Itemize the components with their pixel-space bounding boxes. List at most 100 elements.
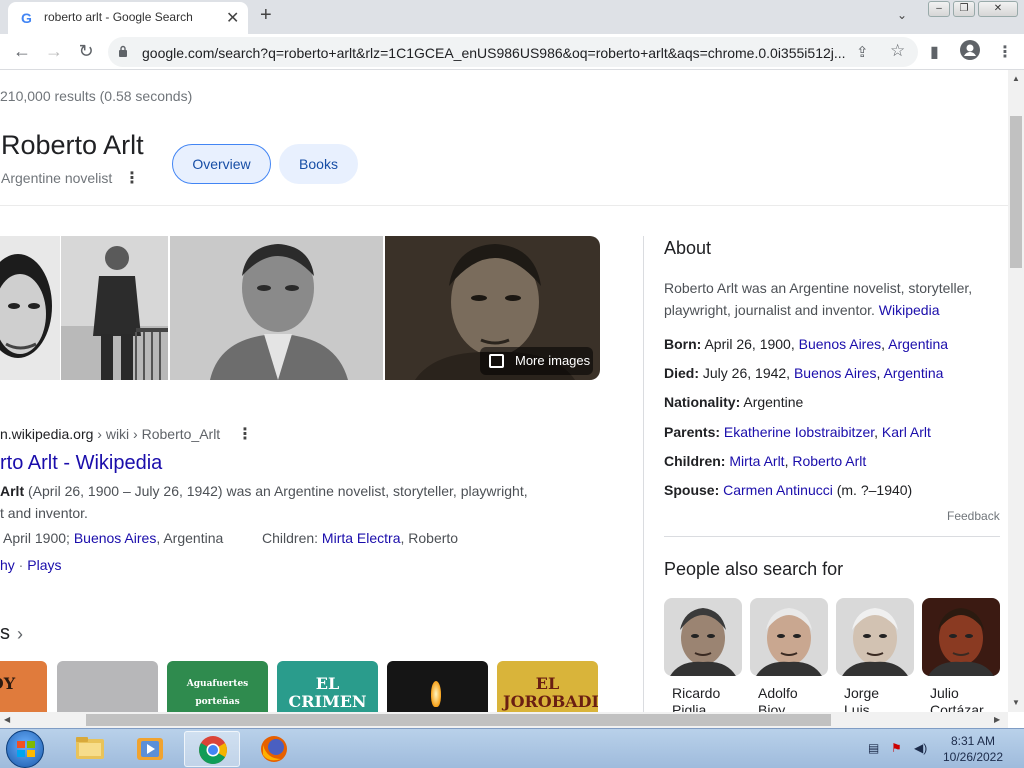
back-arrow-icon[interactable]: ← xyxy=(12,41,32,62)
fact-link[interactable]: Mirta Arlt xyxy=(729,453,784,469)
image-icon xyxy=(489,354,504,368)
horizontal-scroll-thumb[interactable] xyxy=(86,714,831,726)
address-bar[interactable]: google.com/search?q=roberto+arlt&rlz=1C1… xyxy=(108,37,918,67)
children-link[interactable]: Mirta Electra xyxy=(322,530,401,546)
snippet-line-2: t and inventor. xyxy=(0,505,88,521)
person-photo[interactable] xyxy=(922,598,1000,676)
firefox-taskbar-button[interactable] xyxy=(246,731,302,767)
media-player-taskbar-button[interactable] xyxy=(122,731,178,767)
book-cover[interactable]: TOY xyxy=(0,661,47,712)
folder-icon xyxy=(76,737,104,759)
action-center-flag-icon[interactable]: ⚑ xyxy=(891,741,902,755)
book-cover-text: TOY xyxy=(0,674,16,693)
book-cover[interactable] xyxy=(57,661,158,712)
chrome-taskbar-button[interactable] xyxy=(184,731,240,767)
fact-link[interactable]: Buenos Aires xyxy=(799,336,882,352)
fact-label: Died: xyxy=(664,365,699,381)
chrome-icon xyxy=(199,736,227,764)
candle-flame xyxy=(431,681,441,707)
wikipedia-link[interactable]: Wikipedia xyxy=(879,302,940,318)
tab-search-chevron-icon[interactable]: ⌄ xyxy=(897,8,907,22)
start-button[interactable] xyxy=(6,730,44,768)
book-cover[interactable]: EL CRIMEN xyxy=(277,661,378,712)
tab-books[interactable]: Books xyxy=(279,144,358,184)
google-favicon-icon: G xyxy=(21,10,32,26)
book-cover[interactable]: EL JOROBADITO xyxy=(497,661,598,712)
result-more-options-icon[interactable]: ⋮ xyxy=(237,424,253,444)
entity-more-options-icon[interactable]: ⋮ xyxy=(124,168,140,188)
result-title-link[interactable]: rto Arlt - Wikipedia xyxy=(0,452,162,475)
snippet-text: (April 26, 1900 – July 26, 1942) was an … xyxy=(24,483,528,499)
chevron-right-icon[interactable]: › xyxy=(17,624,23,645)
sublink-1[interactable]: hy xyxy=(0,557,15,573)
file-explorer-taskbar-button[interactable] xyxy=(62,731,118,767)
book-cover-text: EL CRIMEN xyxy=(288,674,367,711)
fact-link[interactable]: Ekatherine Iobstraibitzer xyxy=(724,424,874,440)
person-name[interactable]: Adolfo Bioy xyxy=(758,685,838,712)
share-icon[interactable]: ⇪ xyxy=(856,43,869,61)
close-window-button[interactable]: ✕ xyxy=(978,1,1018,17)
person-photo[interactable] xyxy=(750,598,828,676)
scroll-right-arrow-icon[interactable]: ▶ xyxy=(994,715,1000,724)
scroll-up-arrow-icon[interactable]: ▲ xyxy=(1012,74,1020,83)
person-name-line-2: Bioy xyxy=(758,702,786,712)
person-name[interactable]: Jorge Luis xyxy=(844,685,924,712)
portrait-image-3[interactable] xyxy=(170,236,383,380)
fact-link[interactable]: Karl Arlt xyxy=(882,424,931,440)
more-images-button[interactable]: More images xyxy=(480,347,593,375)
person-photo[interactable] xyxy=(664,598,742,676)
browser-menu-icon[interactable]: ⋮ xyxy=(997,42,1013,62)
fact-row: Died: July 26, 1942, Buenos Aires, Argen… xyxy=(664,365,943,381)
book-cover-text: EL JOROBADITO xyxy=(503,674,598,711)
forward-arrow-icon[interactable]: → xyxy=(44,41,64,62)
book-cover[interactable]: Aguafuertes porteñas xyxy=(167,661,268,712)
header-divider xyxy=(0,205,1008,206)
vertical-scroll-thumb[interactable] xyxy=(1010,116,1022,268)
fact-link[interactable]: Buenos Aires xyxy=(794,365,877,381)
book-cover[interactable] xyxy=(387,661,488,712)
scroll-left-arrow-icon[interactable]: ◀ xyxy=(4,715,10,724)
browser-tab[interactable]: G roberto arlt - Google Search ✕ xyxy=(8,2,248,34)
tab-close-icon[interactable]: ✕ xyxy=(226,8,239,28)
fact-link[interactable]: Argentina xyxy=(883,365,943,381)
born-link[interactable]: Buenos Aires xyxy=(74,530,157,546)
fact-link[interactable]: Argentina xyxy=(888,336,948,352)
image-strip[interactable]: More images xyxy=(0,236,600,380)
portrait-image-1[interactable] xyxy=(0,236,60,380)
windows-logo-icon xyxy=(17,741,35,757)
person-photo[interactable] xyxy=(836,598,914,676)
sublink-separator: · xyxy=(14,557,28,573)
browser-toolbar: ← → ↻ google.com/search?q=roberto+arlt&r… xyxy=(0,34,1024,70)
knowledge-panel-divider xyxy=(643,236,644,712)
horizontal-scrollbar[interactable]: ◀ ▶ xyxy=(0,712,1008,728)
person-name[interactable]: Julio Cortázar xyxy=(930,685,1008,712)
new-tab-icon[interactable]: + xyxy=(260,4,272,27)
fact-link[interactable]: Roberto Arlt xyxy=(792,453,866,469)
books-heading[interactable]: s xyxy=(0,622,10,645)
side-panel-icon[interactable]: ▮ xyxy=(930,42,939,62)
clock-time: 8:31 AM xyxy=(950,734,996,748)
tab-overview[interactable]: Overview xyxy=(172,144,271,184)
volume-icon[interactable]: ◀) xyxy=(914,741,927,755)
portrait-image-2[interactable] xyxy=(61,236,168,380)
search-results-page: 210,000 results (0.58 seconds) Roberto A… xyxy=(0,70,1008,712)
book-cover-text: Aguafuertes porteñas xyxy=(186,679,249,707)
restore-window-button[interactable]: ❐ xyxy=(953,1,975,17)
minimize-window-button[interactable]: – xyxy=(928,1,950,17)
vertical-scrollbar[interactable]: ▲ ▼ xyxy=(1008,70,1024,712)
reload-icon[interactable]: ↻ xyxy=(76,41,96,62)
result-cite[interactable]: n.wikipedia.org › wiki › Roberto_Arlt xyxy=(0,426,220,442)
profile-avatar-icon[interactable] xyxy=(960,40,980,65)
bookmark-star-icon[interactable]: ☆ xyxy=(890,41,905,61)
person-name-line-2: Luis xyxy=(844,702,870,712)
more-images-label: More images xyxy=(515,353,591,368)
fact-link[interactable]: Carmen Antinucci xyxy=(723,482,833,498)
sublink-plays[interactable]: Plays xyxy=(27,557,61,573)
network-icon[interactable]: ▤ xyxy=(868,741,879,755)
scroll-down-arrow-icon[interactable]: ▼ xyxy=(1012,698,1020,707)
fact-row: Born: April 26, 1900, Buenos Aires, Arge… xyxy=(664,336,948,352)
person-name[interactable]: Ricardo Piglia xyxy=(672,685,752,712)
system-clock[interactable]: 8:31 AM 10/26/2022 xyxy=(938,733,1008,765)
feedback-link[interactable]: Feedback xyxy=(947,509,1000,523)
url-text[interactable]: google.com/search?q=roberto+arlt&rlz=1C1… xyxy=(142,45,847,61)
